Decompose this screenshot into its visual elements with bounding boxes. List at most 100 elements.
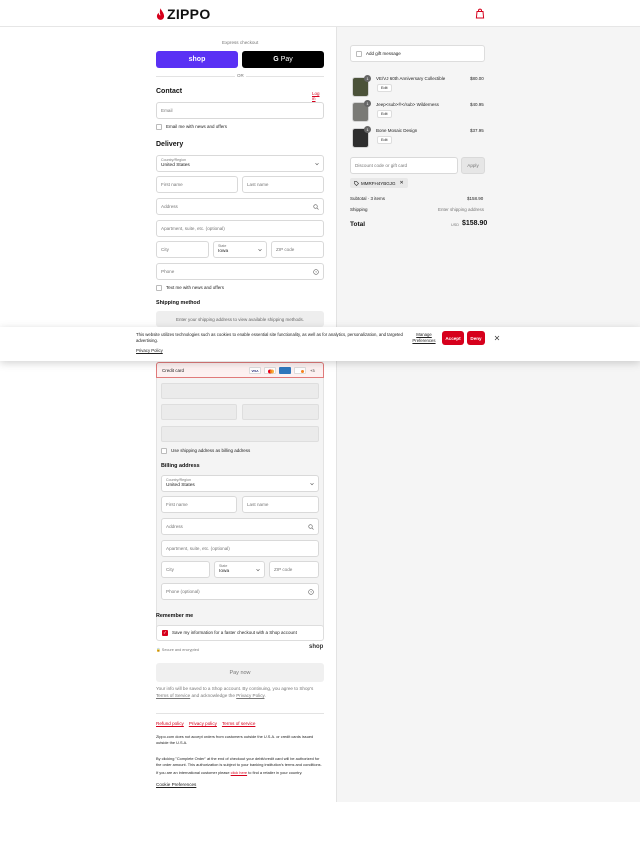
tag-icon bbox=[354, 180, 359, 186]
search-icon bbox=[308, 524, 314, 530]
zippo-logo[interactable]: ZIPPO bbox=[156, 6, 211, 22]
privacy-policy-link[interactable]: Privacy Policy bbox=[236, 693, 264, 698]
card-number-field[interactable] bbox=[161, 383, 319, 399]
product-thumbnail: 1 bbox=[352, 100, 371, 122]
terms-of-service-link[interactable]: Terms of Service bbox=[156, 693, 190, 698]
product-price: $40.95 bbox=[470, 102, 484, 107]
privacy-policy-footer-link[interactable]: Privacy policy bbox=[189, 721, 217, 726]
secure-label: 🔒 Secure and encrypted bbox=[156, 648, 199, 652]
cookie-preferences-link[interactable]: Cookie Preferences bbox=[156, 782, 196, 787]
search-icon bbox=[313, 204, 319, 210]
address-placeholder: Address bbox=[166, 524, 183, 529]
country-value: United States bbox=[161, 162, 190, 168]
shop-disclaimer: Your info will be saved to a Shop accoun… bbox=[156, 686, 314, 698]
total-value: $158.90 bbox=[462, 220, 488, 227]
product-price: $37.95 bbox=[470, 128, 484, 133]
accept-cookies-button[interactable]: Accept bbox=[442, 331, 464, 345]
shipping-label: Shipping bbox=[350, 207, 368, 212]
security-code-field[interactable] bbox=[242, 404, 319, 420]
billing-heading: Billing address bbox=[161, 463, 200, 469]
billing-first-name-field[interactable]: First name bbox=[161, 496, 237, 513]
discount-input[interactable]: Discount code or gift card bbox=[350, 157, 458, 174]
gift-checkbox[interactable] bbox=[356, 51, 362, 57]
product-thumbnail: 1 bbox=[352, 126, 371, 148]
name-on-card-field[interactable] bbox=[161, 426, 319, 442]
edit-button[interactable]: Edit bbox=[377, 136, 392, 144]
billing-state-select[interactable]: State Iowa bbox=[214, 561, 265, 578]
state-select[interactable]: State Iowa bbox=[213, 241, 267, 258]
use-shipping-checkbox[interactable] bbox=[161, 448, 167, 454]
discount-code: MMRFH4YBGJG bbox=[361, 180, 396, 186]
pay-now-button[interactable]: Pay now bbox=[156, 663, 324, 682]
footer-note-1: Zippo.com does not accept orders from cu… bbox=[156, 734, 314, 745]
help-icon[interactable]: ? bbox=[308, 589, 314, 595]
address-field[interactable]: Address bbox=[156, 198, 324, 215]
city-field[interactable]: City bbox=[156, 241, 209, 258]
shipping-methods-placeholder: Enter your shipping address to view avai… bbox=[156, 311, 324, 327]
brand-wordmark: ZIPPO bbox=[167, 6, 211, 22]
product-name: VE/VJ 60th Anniversary Collectible bbox=[376, 76, 446, 81]
discount-tag: MMRFH4YBGJG ✕ bbox=[350, 178, 408, 188]
email-news-label: Email me with news and offers bbox=[166, 124, 227, 129]
gift-message-row[interactable]: Add gift message bbox=[350, 45, 485, 62]
save-info-checkbox[interactable]: ✓ bbox=[162, 630, 168, 636]
billing-phone-field[interactable]: Phone (optional) ? bbox=[161, 583, 319, 600]
zip-field[interactable]: ZIP code bbox=[271, 241, 324, 258]
shopping-bag-icon[interactable] bbox=[475, 8, 485, 19]
phone-field[interactable]: Phone ? bbox=[156, 263, 324, 280]
quantity-badge: 1 bbox=[364, 126, 371, 133]
save-info-row[interactable]: ✓ Save my information for a faster check… bbox=[156, 625, 324, 641]
credit-card-option[interactable]: Credit card VISA +3 bbox=[156, 362, 324, 378]
product-name: Bone Mosaic Design bbox=[376, 128, 418, 133]
shop-logo: shop bbox=[309, 644, 324, 650]
first-name-field[interactable]: First name bbox=[156, 176, 238, 193]
deny-cookies-button[interactable]: Deny bbox=[467, 331, 485, 345]
svg-text:?: ? bbox=[310, 590, 312, 594]
email-news-checkbox[interactable] bbox=[156, 124, 162, 130]
billing-address-field[interactable]: Address bbox=[161, 518, 319, 535]
total-label: Total bbox=[350, 221, 366, 228]
edit-button[interactable]: Edit bbox=[377, 110, 392, 118]
express-checkout-title: Express checkout bbox=[222, 40, 259, 45]
header: ZIPPO bbox=[0, 0, 640, 27]
billing-city-field[interactable]: City bbox=[161, 561, 210, 578]
country-value: United States bbox=[166, 482, 195, 488]
close-icon[interactable] bbox=[494, 335, 500, 341]
discover-icon bbox=[294, 367, 306, 374]
shop-pay-button[interactable]: shop bbox=[156, 51, 238, 68]
apply-button[interactable]: Apply bbox=[461, 157, 485, 174]
login-link[interactable]: Log in bbox=[312, 91, 324, 101]
text-news-checkbox[interactable] bbox=[156, 285, 162, 291]
billing-apartment-field[interactable]: Apartment, suite, etc. (optional) bbox=[161, 540, 319, 557]
terms-of-service-footer-link[interactable]: Terms of service bbox=[222, 721, 255, 726]
edit-button[interactable]: Edit bbox=[377, 84, 392, 92]
chevron-down-icon bbox=[256, 568, 260, 572]
apartment-field[interactable]: Apartment, suite, etc. (optional) bbox=[156, 220, 324, 237]
help-icon[interactable]: ? bbox=[313, 269, 319, 275]
use-shipping-label: Use shipping address as billing address bbox=[171, 448, 251, 453]
state-value: Iowa bbox=[218, 248, 229, 254]
email-field[interactable]: Email bbox=[156, 102, 324, 119]
phone-placeholder: Phone (optional) bbox=[166, 589, 200, 594]
google-g-icon: G bbox=[273, 56, 279, 63]
manage-preferences-link[interactable]: Manage Preferences bbox=[411, 332, 437, 344]
footer-note-2: By clicking "Complete Order" at the end … bbox=[156, 756, 322, 767]
shipping-method-heading: Shipping method bbox=[156, 300, 201, 306]
save-info-label: Save my information for a faster checkou… bbox=[172, 630, 297, 635]
google-pay-button[interactable]: G Pay bbox=[242, 51, 324, 68]
click-here-link[interactable]: click here bbox=[231, 770, 247, 775]
billing-country-select[interactable]: Country/Region United States bbox=[161, 475, 319, 492]
country-select[interactable]: Country/Region United States bbox=[156, 155, 324, 172]
gpay-label: Pay bbox=[280, 56, 293, 63]
expiration-field[interactable] bbox=[161, 404, 237, 420]
credit-card-label: Credit card bbox=[162, 368, 185, 373]
cookie-text: This website utilizes technologies such … bbox=[136, 332, 403, 344]
billing-last-name-field[interactable]: Last name bbox=[242, 496, 319, 513]
cookie-privacy-link[interactable]: Privacy Policy bbox=[136, 348, 163, 353]
billing-zip-field[interactable]: ZIP code bbox=[269, 561, 319, 578]
quantity-badge: 1 bbox=[364, 100, 371, 107]
remove-code-icon[interactable]: ✕ bbox=[400, 180, 404, 186]
shipping-value: Enter shipping address bbox=[438, 207, 485, 212]
last-name-field[interactable]: Last name bbox=[242, 176, 324, 193]
refund-policy-link[interactable]: Refund policy bbox=[156, 721, 184, 726]
